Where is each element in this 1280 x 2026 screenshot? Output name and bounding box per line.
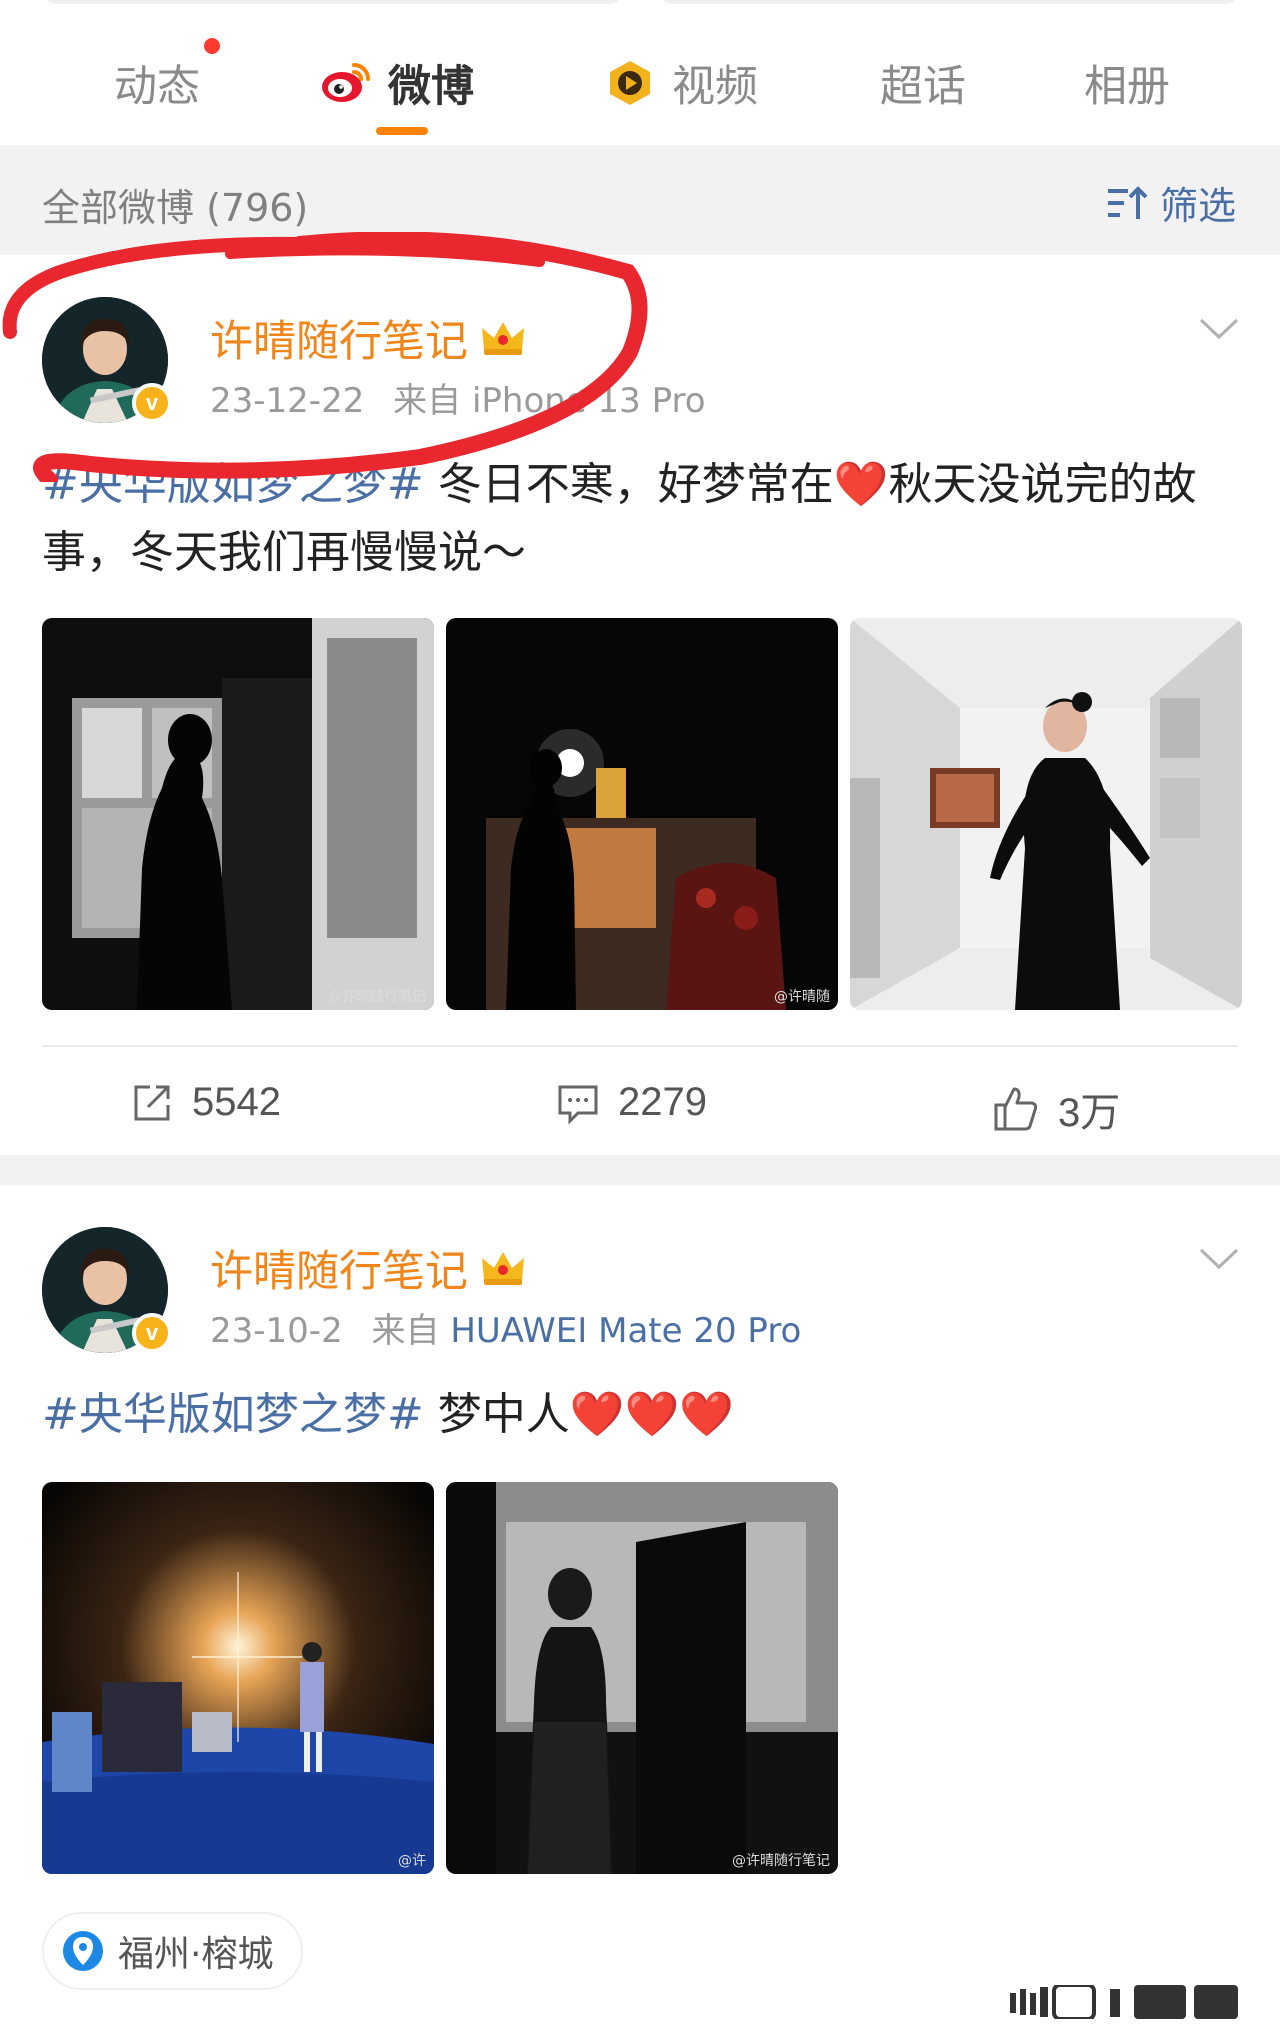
- comment-count: 2279: [618, 1080, 707, 1124]
- filter-button[interactable]: 筛选: [1106, 175, 1236, 230]
- hashtag-link[interactable]: #央华版如梦之梦#: [42, 1389, 424, 1440]
- crown-icon: [482, 1252, 524, 1285]
- repost-button[interactable]: 5542: [130, 1080, 281, 1125]
- source-prefix: 来自: [371, 1311, 440, 1351]
- avatar[interactable]: v: [42, 1227, 172, 1353]
- author-name-text: 许晴随行笔记: [210, 317, 468, 367]
- tab-dynamic-label: 动态: [114, 62, 200, 112]
- post-text: #央华版如梦之梦# 梦中人❤️❤️❤️: [42, 1381, 1242, 1449]
- location-tag[interactable]: 福州·榕城: [42, 1912, 304, 1990]
- post-meta: 23-10-2 来自 HUAWEI Mate 20 Pro: [210, 1303, 801, 1352]
- author-name[interactable]: 许晴随行笔记: [210, 307, 526, 369]
- top-pill-right[interactable]: [660, 0, 1238, 4]
- bottom-status-icons: [1010, 1985, 1238, 2019]
- avatar[interactable]: v: [42, 297, 172, 423]
- chevron-down-icon[interactable]: [1198, 317, 1240, 341]
- repost-count: 5542: [192, 1080, 281, 1124]
- post-image[interactable]: @许: [42, 1482, 434, 1874]
- tab-super-topic[interactable]: 超话: [880, 52, 966, 114]
- notification-dot: [204, 38, 220, 54]
- post-date: 23-10-2: [210, 1311, 343, 1351]
- active-tab-underline: [376, 127, 428, 135]
- image-watermark: @许晴随: [774, 989, 830, 1005]
- filter-bar: 全部微博 (796) 筛选: [0, 145, 1280, 255]
- tab-weibo[interactable]: 微博: [320, 52, 474, 114]
- tab-super-topic-label: 超话: [880, 62, 966, 112]
- thumbs-up-icon: [994, 1087, 1038, 1131]
- tab-dynamic[interactable]: 动态: [114, 52, 200, 114]
- repost-icon: [134, 1085, 170, 1120]
- author-name[interactable]: 许晴随行笔记: [210, 1237, 526, 1299]
- like-button[interactable]: 3万: [992, 1080, 1120, 1138]
- tab-weibo-label: 微博: [388, 62, 474, 112]
- crown-icon: [482, 322, 524, 355]
- filter-button-label: 筛选: [1159, 184, 1236, 228]
- comment-button[interactable]: 2279: [556, 1080, 707, 1125]
- all-posts-count: 全部微博 (796): [42, 186, 309, 230]
- post-text: #央华版如梦之梦# 冬日不寒，好梦常在❤️秋天没说完的故事，冬天我们再慢慢说～: [42, 451, 1242, 587]
- tab-video-label: 视频: [672, 62, 758, 112]
- post-image[interactable]: [850, 618, 1242, 1010]
- video-play-icon: [610, 61, 650, 105]
- post-image[interactable]: @许晴随行笔记: [446, 1482, 838, 1874]
- post-source-device[interactable]: HUAWEI Mate 20 Pro: [450, 1311, 801, 1351]
- card-separator: [0, 1155, 1280, 1185]
- image-watermark: @许晴随行笔记: [328, 989, 426, 1005]
- top-pill-left[interactable]: [44, 0, 622, 4]
- post-card: v 许晴随行笔记 23-12-22 来自 iPhone 13 Pro #央华版如…: [0, 255, 1280, 1155]
- like-count: 3万: [1058, 1091, 1121, 1135]
- tab-album-label: 相册: [1084, 62, 1170, 112]
- weibo-logo-icon: [322, 63, 370, 102]
- author-name-text: 许晴随行笔记: [210, 1247, 468, 1297]
- comment-icon: [558, 1085, 598, 1125]
- divider: [42, 1045, 1238, 1047]
- location-label: 福州·榕城: [118, 1934, 274, 1975]
- post-date: 23-12-22: [210, 381, 365, 421]
- post-meta: 23-12-22 来自 iPhone 13 Pro: [210, 373, 706, 422]
- location-pin-icon: [63, 1931, 103, 1971]
- tab-video[interactable]: 视频: [604, 52, 758, 114]
- filter-sort-icon: [1107, 185, 1148, 219]
- hashtag-link[interactable]: #央华版如梦之梦#: [42, 459, 424, 510]
- verified-badge: v: [132, 383, 172, 423]
- post-image[interactable]: @许晴随行笔记: [42, 618, 434, 1010]
- tab-album[interactable]: 相册: [1084, 52, 1170, 114]
- chevron-down-icon[interactable]: [1198, 1247, 1240, 1271]
- image-watermark: @许晴随行笔记: [732, 1853, 830, 1869]
- verified-badge: v: [132, 1313, 172, 1353]
- profile-tab-bar: 动态 微博 视频 超话 相册: [0, 0, 1280, 145]
- post-body-text: 梦中人❤️❤️❤️: [423, 1389, 735, 1440]
- post-image[interactable]: @许晴随: [446, 618, 838, 1010]
- image-watermark: @许: [398, 1853, 426, 1869]
- post-source-device: iPhone 13 Pro: [471, 381, 706, 421]
- post-card: v 许晴随行笔记 23-10-2 来自 HUAWEI Mate 20 Pro #…: [0, 1185, 1280, 2026]
- top-search-pills: [0, 0, 1280, 8]
- source-prefix: 来自: [393, 381, 462, 421]
